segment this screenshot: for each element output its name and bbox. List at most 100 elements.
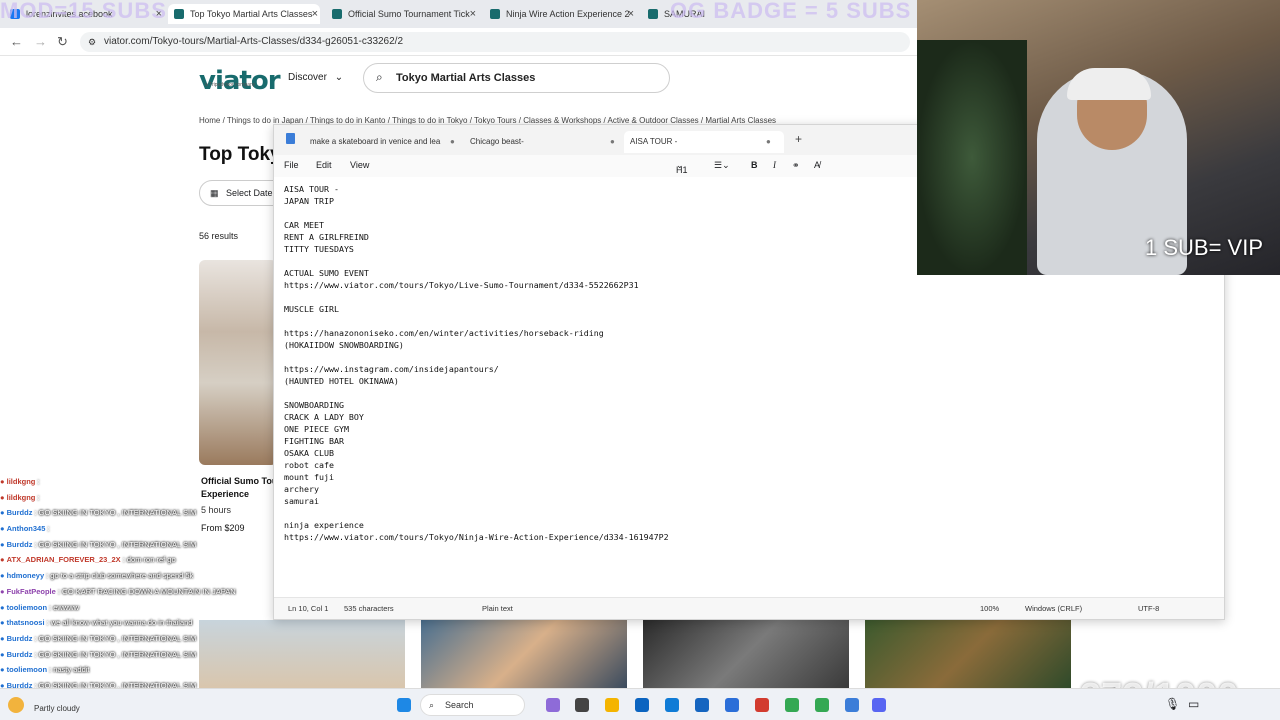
- close-icon[interactable]: ×: [470, 4, 476, 24]
- menu-file[interactable]: File: [284, 160, 299, 170]
- chat-text: : GO SKIING IN TOKYO , INTERNATIONAL SIM: [34, 539, 197, 549]
- discover-menu[interactable]: Discover ⌄: [288, 72, 343, 83]
- search-input[interactable]: ⌕ Tokyo Martial Arts Classes: [363, 63, 670, 93]
- volume-icon[interactable]: ▭: [1188, 697, 1199, 711]
- tab-label: lorenzinvites acebook: [26, 9, 113, 19]
- chat-text: : go to a strip club somewhere and spend…: [46, 571, 194, 581]
- chat-badge-icon: ●: [0, 618, 7, 628]
- chat-message: ● Burddz: GO SKIING IN TOKYO , INTERNATI…: [0, 505, 273, 521]
- task-view-icon[interactable]: [575, 698, 589, 712]
- start-icon[interactable]: [397, 698, 411, 712]
- clear-formatting-icon[interactable]: A̸: [814, 160, 820, 170]
- browser-tab[interactable]: lorenzinvites acebook ×: [4, 4, 164, 24]
- chat-username: hdmoneyy: [6, 571, 45, 581]
- chat-message: ● tooliemoon: nasty addit: [0, 662, 273, 678]
- text-line: OSAKA CLUB: [284, 448, 334, 458]
- taskbar: Partly cloudy ⌕ Search 🎙 ▭: [0, 688, 1280, 720]
- link-icon[interactable]: ⚭: [792, 160, 800, 171]
- chat-username: tooliemoon: [6, 665, 48, 675]
- chat-text: :: [47, 524, 50, 534]
- menu-edit[interactable]: Edit: [316, 160, 332, 170]
- bold-icon[interactable]: B: [751, 160, 758, 170]
- edge-icon[interactable]: [635, 698, 649, 712]
- edge-icon[interactable]: [665, 698, 679, 712]
- text-line: ninja experience: [284, 520, 364, 530]
- notepad-tab[interactable]: Chicago beast- ●: [470, 131, 620, 153]
- mail-icon[interactable]: [725, 698, 739, 712]
- browser-tab-active[interactable]: Top Tokyo Martial Arts Classes ×: [168, 4, 320, 24]
- notepad-tab-active[interactable]: AISA TOUR - ●: [624, 131, 784, 153]
- browser-tab[interactable]: Official Sumo Tournament Tick ×: [326, 4, 478, 24]
- list-icon[interactable]: ☰⌄: [714, 160, 730, 171]
- chat-username: Burddz: [6, 633, 33, 643]
- notepad-status-bar: Ln 10, Col 1 535 characters Plain text 1…: [274, 597, 1224, 619]
- chat-badge-icon: ●: [0, 524, 7, 534]
- product-thumbnail[interactable]: [421, 620, 627, 688]
- chat-username: lildkgng: [6, 492, 36, 502]
- back-icon[interactable]: ←: [10, 34, 23, 49]
- chat-message: ● lildkgng:: [0, 490, 273, 506]
- chat-text: : GO SKIING IN TOKYO , INTERNATIONAL SIM: [34, 649, 197, 659]
- heading-dropdown[interactable]: H1 ⌄: [676, 160, 688, 175]
- text-line: [284, 507, 1214, 519]
- text-line: https://hanazononiseko.com/en/winter/act…: [284, 328, 604, 338]
- menu-view[interactable]: View: [350, 160, 369, 170]
- file-explorer-icon[interactable]: [605, 698, 619, 712]
- url-text: viator.com/Tokyo-tours/Martial-Arts-Clas…: [104, 36, 404, 47]
- taskbar-search-label: Search: [445, 700, 474, 710]
- italic-icon[interactable]: I: [773, 160, 776, 170]
- unsaved-dot-icon[interactable]: ●: [610, 131, 615, 153]
- tab-label: Official Sumo Tournament Tick: [348, 9, 470, 19]
- chat-text: : GO SKIING IN TOKYO , INTERNATIONAL SIM: [34, 633, 197, 643]
- chat-username: tooliemoon: [6, 602, 48, 612]
- text-line: [284, 291, 1214, 303]
- microphone-icon[interactable]: 🎙: [1165, 697, 1180, 711]
- new-tab-icon[interactable]: +: [795, 132, 802, 146]
- unsaved-dot-icon[interactable]: ●: [766, 131, 771, 153]
- close-icon[interactable]: ×: [312, 4, 318, 24]
- chat-message: ● Burddz: GO SKIING IN TOKYO , INTERNATI…: [0, 631, 273, 647]
- close-icon[interactable]: ×: [628, 4, 634, 24]
- chat-username: Burddz: [6, 508, 33, 518]
- copilot-icon[interactable]: [546, 698, 560, 712]
- unsaved-dot-icon[interactable]: ●: [450, 131, 455, 153]
- text-line: https://www.instagram.com/insidejapantou…: [284, 364, 499, 374]
- text-line: robot cafe: [284, 460, 334, 470]
- chat-message: ● tooliemoon: ewwww: [0, 600, 273, 616]
- product-thumbnail[interactable]: [643, 620, 849, 688]
- site-info-icon[interactable]: ⚙: [88, 32, 96, 52]
- close-icon[interactable]: ×: [156, 4, 162, 24]
- product-thumbnail[interactable]: [865, 620, 1071, 688]
- reload-icon[interactable]: ↻: [57, 34, 68, 50]
- chrome-icon[interactable]: [815, 698, 829, 712]
- search-icon: ⌕: [429, 700, 435, 710]
- chat-username: lildkgng: [6, 477, 36, 486]
- text-line: SNOWBOARDING: [284, 400, 344, 410]
- chat-message: ● lildkgng:: [0, 474, 273, 490]
- taskbar-search[interactable]: ⌕ Search: [420, 694, 525, 716]
- discord-icon[interactable]: [872, 698, 886, 712]
- product-card-image[interactable]: [199, 260, 277, 465]
- weather-text[interactable]: Partly cloudy: [34, 704, 80, 713]
- chrome-icon[interactable]: [785, 698, 799, 712]
- chat-badge-icon: ●: [0, 665, 7, 675]
- viator-logo[interactable]: viator: [199, 66, 281, 96]
- viator-icon: [490, 9, 500, 19]
- store-icon[interactable]: [695, 698, 709, 712]
- weather-icon[interactable]: [8, 697, 24, 713]
- notepad-taskbar-icon[interactable]: [845, 698, 859, 712]
- browser-tab[interactable]: SAMURAI: [642, 4, 802, 24]
- text-line: MUSCLE GIRL: [284, 304, 339, 314]
- chat-text: : ewwww: [49, 602, 80, 612]
- notepad-tab[interactable]: make a skateboard in venice and lea ●: [310, 131, 460, 153]
- app-icon[interactable]: [755, 698, 769, 712]
- url-field[interactable]: ⚙ viator.com/Tokyo-tours/Martial-Arts-Cl…: [80, 32, 910, 52]
- notepad-tab-label: make a skateboard in venice and lea: [310, 137, 441, 146]
- character-count: 535 characters: [344, 604, 394, 613]
- chat-badge-icon: ●: [0, 555, 7, 565]
- text-line: https://www.viator.com/tours/Tokyo/Live-…: [284, 280, 639, 290]
- tab-label: SAMURAI: [664, 9, 706, 19]
- browser-tab[interactable]: Ninja Wire Action Experience 2 ×: [484, 4, 636, 24]
- chat-message: ● hdmoneyy: go to a strip club somewhere…: [0, 568, 273, 584]
- forward-icon[interactable]: →: [34, 34, 47, 49]
